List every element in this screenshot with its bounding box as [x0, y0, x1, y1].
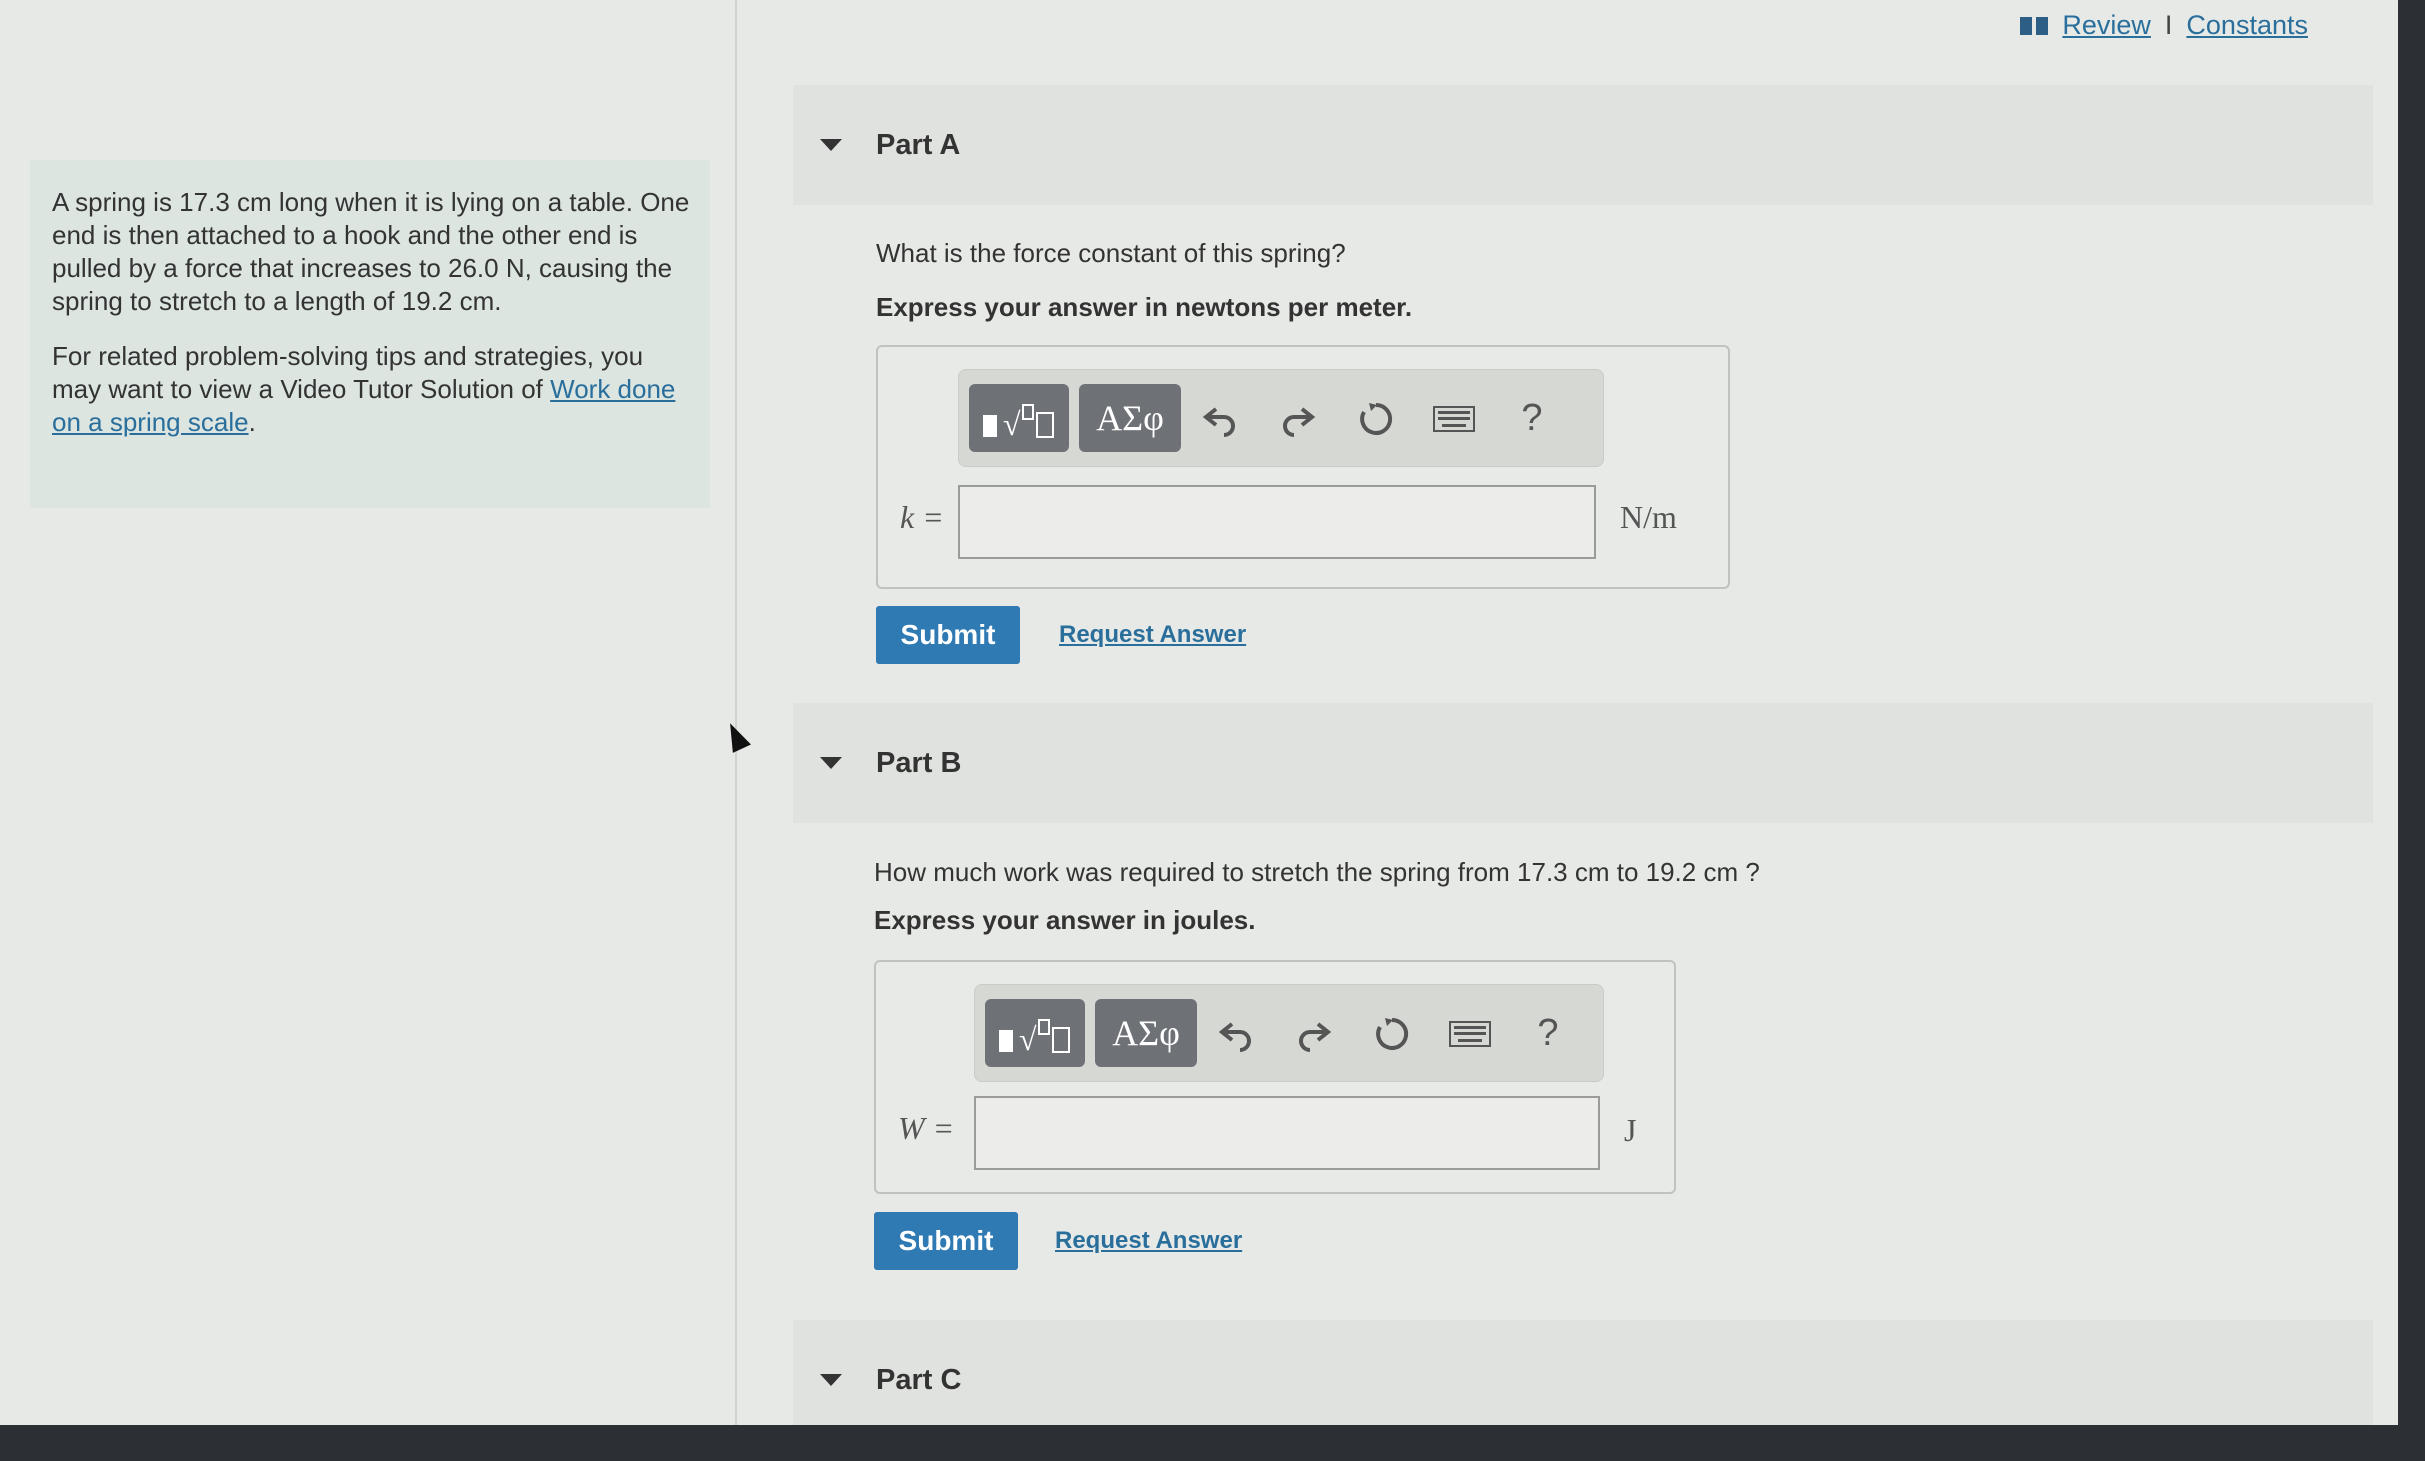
redo-icon[interactable] — [1275, 1012, 1353, 1055]
part-b-request-answer-link[interactable]: Request Answer — [1055, 1227, 1242, 1255]
part-b-unit: J — [1624, 1112, 1637, 1148]
pane-divider — [735, 0, 737, 1425]
part-a-header[interactable]: Part A — [793, 85, 2373, 205]
part-b-title: Part B — [876, 746, 962, 779]
part-c-title: Part C — [876, 1363, 962, 1396]
reset-icon[interactable] — [1353, 1012, 1431, 1055]
part-a-question: What is the force constant of this sprin… — [876, 238, 1346, 268]
screen: Review I Constants A spring is 17.3 cm l… — [0, 0, 2398, 1425]
part-b-question: How much work was required to stretch th… — [874, 857, 1760, 887]
collapse-caret-icon[interactable] — [820, 139, 842, 151]
greek-letters-button[interactable]: ΑΣφ — [1079, 384, 1181, 452]
part-a-submit-button[interactable]: Submit — [876, 606, 1020, 664]
book-icon — [2020, 16, 2049, 35]
help-icon[interactable]: ? — [1493, 397, 1571, 440]
templates-icon[interactable]: √ — [969, 384, 1069, 452]
reset-icon[interactable] — [1337, 397, 1415, 440]
undo-icon[interactable] — [1197, 1012, 1275, 1055]
help-icon[interactable]: ? — [1509, 1012, 1587, 1055]
templates-icon[interactable]: √ — [985, 999, 1085, 1067]
top-links: Review I Constants — [2020, 10, 2308, 41]
undo-icon[interactable] — [1181, 397, 1259, 440]
part-b-instruction: Express your answer in joules. — [874, 905, 1256, 935]
part-c-header[interactable]: Part C — [793, 1320, 2373, 1425]
part-a-variable-label: k = — [900, 499, 944, 535]
svg-text:√: √ — [1003, 406, 1021, 441]
svg-text:√: √ — [1019, 1021, 1037, 1056]
problem-text: A spring is 17.3 cm long when it is lyin… — [52, 187, 690, 316]
part-b-submit-button[interactable]: Submit — [874, 1212, 1018, 1270]
keyboard-icon[interactable] — [1431, 1012, 1509, 1055]
part-a-answer-input[interactable] — [958, 485, 1596, 559]
part-a-unit: N/m — [1620, 499, 1677, 535]
part-a-answer-box: √ ΑΣφ ? k = N/m — [876, 345, 1730, 589]
part-b-answer-box: √ ΑΣφ ? W = J — [874, 960, 1676, 1194]
link-separator: I — [2164, 10, 2173, 40]
part-a-math-toolbar: √ ΑΣφ ? — [958, 369, 1604, 467]
collapse-caret-icon[interactable] — [820, 757, 842, 769]
part-b-variable-label: W = — [898, 1110, 955, 1146]
part-b-math-toolbar: √ ΑΣφ ? — [974, 984, 1604, 1082]
mouse-cursor-icon — [721, 719, 751, 753]
constants-link[interactable]: Constants — [2186, 10, 2308, 41]
greek-letters-button[interactable]: ΑΣφ — [1095, 999, 1197, 1067]
tutor-text-suffix: . — [248, 407, 256, 437]
part-a-instruction: Express your answer in newtons per meter… — [876, 292, 1413, 322]
tutor-text: For related problem-solving tips and str… — [52, 340, 690, 439]
part-a-title: Part A — [876, 128, 961, 161]
part-b-header[interactable]: Part B — [793, 703, 2373, 823]
review-link[interactable]: Review — [2062, 10, 2151, 41]
part-a-request-answer-link[interactable]: Request Answer — [1059, 621, 1246, 649]
redo-icon[interactable] — [1259, 397, 1337, 440]
problem-statement: A spring is 17.3 cm long when it is lyin… — [30, 160, 710, 508]
part-b-answer-input[interactable] — [974, 1096, 1600, 1170]
keyboard-icon[interactable] — [1415, 397, 1493, 440]
collapse-caret-icon[interactable] — [820, 1374, 842, 1386]
